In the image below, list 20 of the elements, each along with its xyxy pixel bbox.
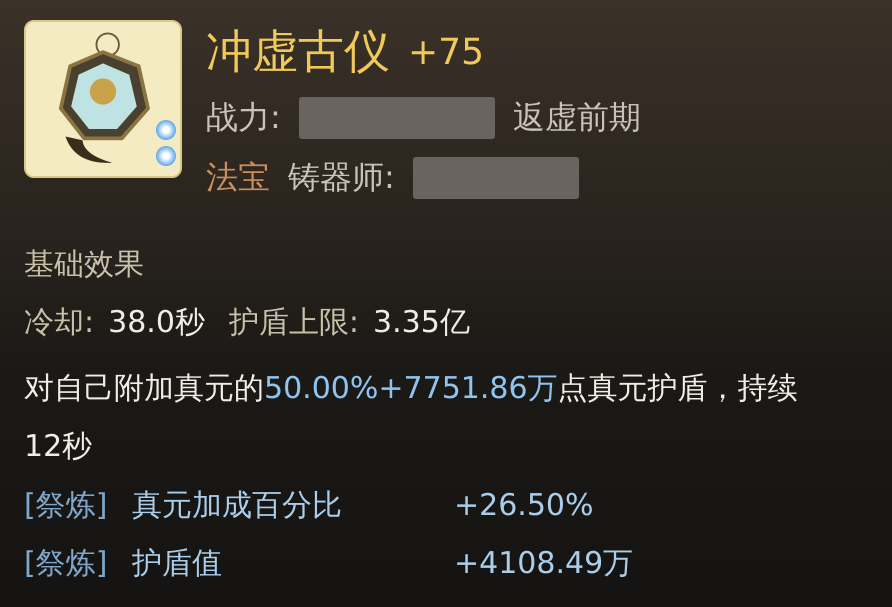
refine-tag: [祭炼] [24,484,132,526]
stat-label: 冷却: [24,304,94,342]
item-name: 冲虚古仪 [206,23,390,80]
smith-label: 铸器师: [288,157,395,198]
gem-icon [156,146,176,166]
refine-value: +4108.49万 [454,544,634,582]
power-label: 战力: [206,97,281,138]
enhance-level: +75 [408,32,484,72]
section-title: 基础效果 [24,246,145,284]
gem-icon [156,120,176,140]
realm-text: 返虚前期 [512,97,641,138]
refine-tag: [祭炼] [24,542,132,584]
effect-description: 对自己附加真元的50.00%+7751.86万点真元护盾，持续12秒 [24,370,799,466]
refine-name: 护盾值 [132,544,223,582]
refine-value: +26.50% [454,488,594,522]
stat-label: 护盾上限: [228,304,360,342]
stat-value: 3.35亿 [373,304,470,342]
category-text: 法宝 [206,157,270,198]
refine-name: 真元加成百分比 [132,486,343,524]
stat-value: 38.0秒 [108,304,205,342]
